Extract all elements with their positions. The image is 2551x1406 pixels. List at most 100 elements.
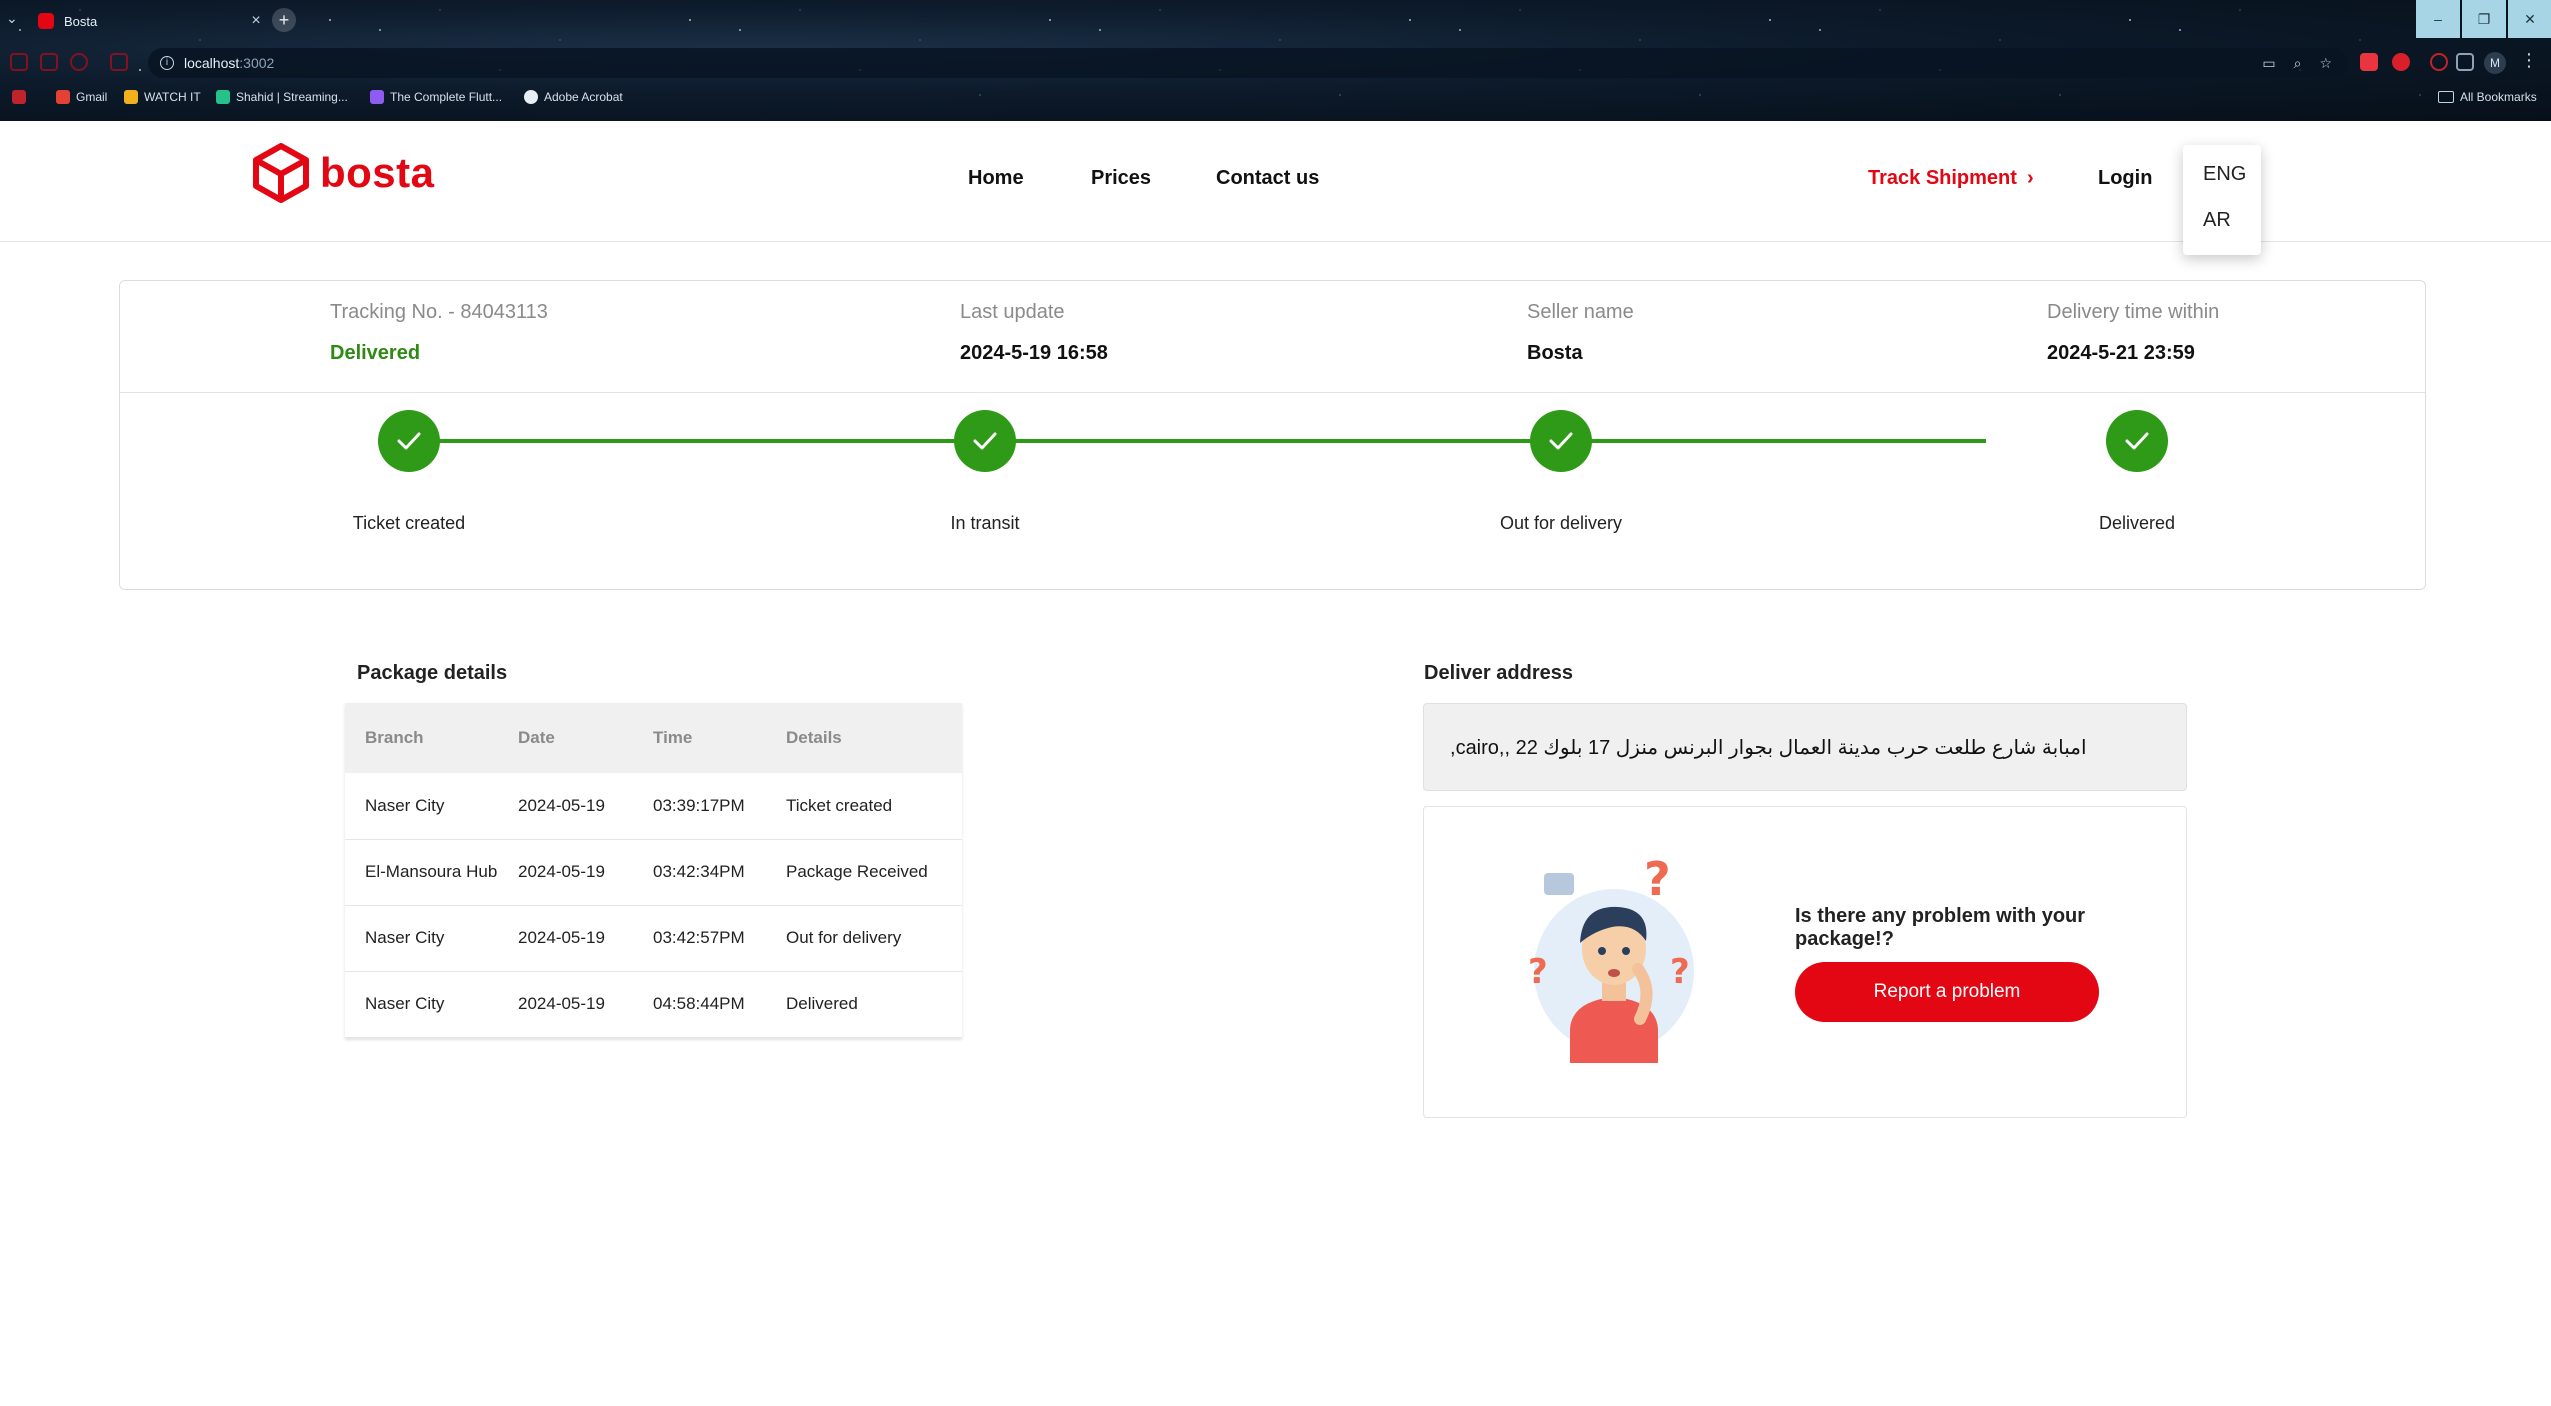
browser-toolbar: i localhost :3002 ▭ ⌕ ☆ M ⋮ [0, 44, 2551, 80]
cell-time: 03:42:34PM [653, 839, 786, 906]
folder-icon [2438, 91, 2454, 103]
deliver-address-box: امبابة شارع طلعت حرب مدينة العمال بجوار … [1423, 703, 2187, 791]
reload-icon[interactable] [70, 53, 88, 71]
chevron-right-icon: › [2026, 167, 2034, 189]
column-header: Details [786, 703, 962, 773]
cell-branch: El-Mansoura Hub [345, 839, 518, 906]
shahid-icon [216, 90, 230, 104]
seller-label: Seller name [1527, 301, 1634, 323]
menu-kebab-icon[interactable]: ⋮ [2520, 50, 2538, 71]
gmail-icon [56, 90, 70, 104]
table-row: El-Mansoura Hub 2024-05-19 03:42:34PM Pa… [345, 839, 962, 906]
forward-icon[interactable] [40, 53, 58, 71]
step-label-in-transit: In transit [950, 513, 1020, 533]
back-icon[interactable] [10, 53, 28, 71]
profile-avatar[interactable]: M [2484, 52, 2506, 74]
last-update-col: Last update 2024-5-19 16:58 [960, 301, 1108, 365]
table-row: Naser City 2024-05-19 03:39:17PM Ticket … [345, 773, 962, 840]
svg-text:?: ? [1670, 952, 1690, 992]
cell-details: Out for delivery [786, 905, 962, 972]
table-row: Naser City 2024-05-19 03:42:57PM Out for… [345, 905, 962, 972]
extension-puzzle-icon[interactable] [2430, 53, 2448, 71]
new-tab-button[interactable]: + [272, 8, 296, 32]
bookmarks-bar: Gmail WATCH IT Shahid | Streaming... The… [0, 88, 2551, 112]
url-host: localhost [184, 55, 240, 71]
step-label-out-for-delivery: Out for delivery [1499, 513, 1623, 533]
cell-date: 2024-05-19 [518, 905, 653, 972]
bookmark-flutter-course[interactable]: The Complete Flutt... [370, 90, 502, 104]
delivery-time-value: 2024-5-21 23:59 [2047, 342, 2195, 364]
tab-title: Bosta [64, 13, 98, 29]
seller-col: Seller name Bosta [1527, 301, 1634, 365]
cell-time: 03:39:17PM [653, 773, 786, 840]
restore-button[interactable]: ❐ [2462, 0, 2506, 38]
step-check-icon [1530, 410, 1592, 472]
minimize-button[interactable]: – [2416, 0, 2460, 38]
bookmark-watchit[interactable]: WATCH IT [124, 90, 201, 104]
tab-search-icon[interactable]: ⌄ [6, 10, 18, 27]
tab-close-icon[interactable]: × [246, 12, 266, 30]
track-shipment-link[interactable]: Track Shipment › [1868, 167, 2034, 190]
nav-prices[interactable]: Prices [1091, 167, 1151, 190]
course-icon [370, 90, 384, 104]
cell-branch: Naser City [345, 905, 518, 972]
apps-icon[interactable] [12, 90, 26, 104]
delivery-time-label: Delivery time within [2047, 301, 2220, 323]
sidepanel-icon[interactable] [2456, 53, 2474, 71]
zoom-icon[interactable]: ⌕ [2294, 55, 2302, 72]
cell-details: Package Received [786, 839, 962, 906]
login-link[interactable]: Login [2098, 167, 2152, 190]
table-header-row: Branch Date Time Details [345, 703, 962, 773]
extension-red-icon[interactable] [2360, 53, 2378, 71]
cell-branch: Naser City [345, 773, 518, 840]
close-window-button[interactable]: ✕ [2508, 0, 2551, 38]
table-row: Naser City 2024-05-19 04:58:44PM Deliver… [345, 971, 962, 1038]
bosta-logo[interactable]: bosta [252, 143, 435, 203]
bookmark-gmail[interactable]: Gmail [56, 90, 107, 104]
watchit-icon [124, 90, 138, 104]
progress-line [410, 439, 1986, 443]
cell-date: 2024-05-19 [518, 773, 653, 840]
cell-details: Delivered [786, 971, 962, 1038]
cell-date: 2024-05-19 [518, 971, 653, 1038]
extension-shield-icon[interactable] [2392, 53, 2410, 71]
step-label-delivered: Delivered [2098, 513, 2176, 533]
svg-text:?: ? [1644, 852, 1671, 906]
seller-value: Bosta [1527, 342, 1583, 364]
bosta-logo-icon [253, 143, 309, 203]
report-problem-button[interactable]: Report a problem [1795, 962, 2099, 1022]
delivery-time-col: Delivery time within 2024-5-21 23:59 [2047, 301, 2219, 365]
nav-home[interactable]: Home [968, 167, 1024, 190]
nav-contact-us[interactable]: Contact us [1216, 167, 1319, 190]
progress-stepper: Ticket created In transit Out for delive… [120, 393, 2425, 591]
svg-text:?: ? [1528, 952, 1548, 992]
step-check-icon [2106, 410, 2168, 472]
bookmark-shahid[interactable]: Shahid | Streaming... [216, 90, 348, 104]
last-update-value: 2024-5-19 16:58 [960, 342, 1108, 364]
cell-date: 2024-05-19 [518, 839, 653, 906]
language-option-ar[interactable]: AR [2183, 209, 2261, 255]
confused-person-illustration: ? ? ? [1528, 852, 1694, 1063]
browser-tab[interactable]: Bosta × [26, 6, 266, 36]
site-info-icon[interactable]: i [160, 56, 174, 70]
track-shipment-label: Track Shipment [1868, 167, 2017, 189]
cell-details: Ticket created [786, 773, 962, 840]
language-option-eng[interactable]: ENG [2183, 163, 2261, 209]
address-bar[interactable]: i localhost :3002 ▭ ⌕ ☆ [148, 48, 2348, 78]
extension-icon[interactable] [110, 53, 128, 71]
bookmark-adobe-acrobat[interactable]: Adobe Acrobat [524, 90, 623, 104]
cast-icon[interactable]: ▭ [2262, 55, 2275, 72]
problem-card: ? ? ? Is there any problem with your pac… [1423, 806, 2187, 1118]
package-details-title: Package details [357, 662, 508, 684]
all-bookmarks[interactable]: All Bookmarks [2438, 90, 2537, 104]
logo-text: bosta [320, 149, 435, 196]
column-header: Branch [345, 703, 518, 773]
cell-time: 04:58:44PM [653, 971, 786, 1038]
language-dropdown: ENG AR [2183, 145, 2261, 255]
url-port: :3002 [239, 55, 275, 71]
site-header: bosta Home Prices Contact us Track Shipm… [0, 121, 2551, 255]
bookmark-star-icon[interactable]: ☆ [2319, 55, 2332, 72]
tracking-number-col: Tracking No. - 84043113 Delivered [330, 301, 548, 365]
cell-time: 03:42:57PM [653, 905, 786, 972]
browser-chrome: ⌄ Bosta × + – ❐ ✕ i localhost :3002 ▭ ⌕ … [0, 0, 2551, 121]
